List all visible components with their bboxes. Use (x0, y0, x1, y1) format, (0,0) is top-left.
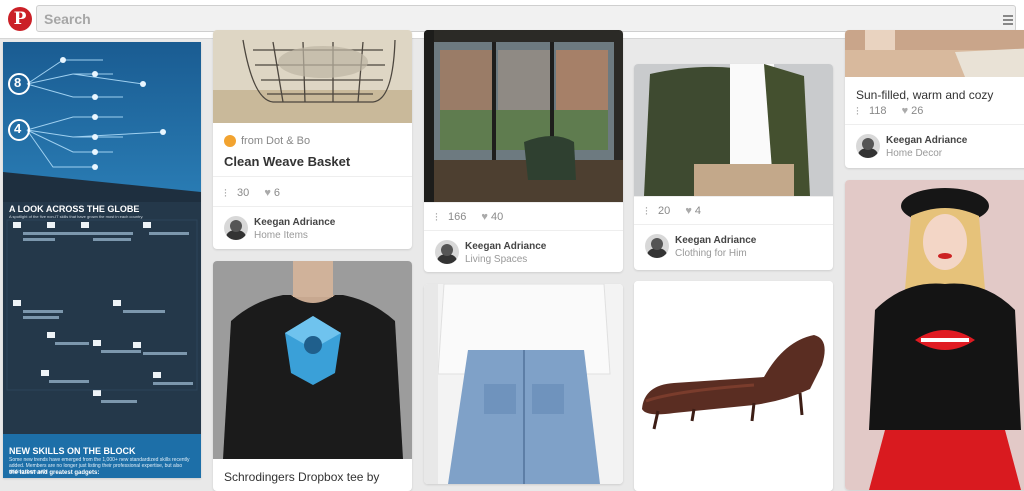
pin-sun-filled[interactable]: Sun-filled, warm and cozy ⫶ 118 ♥ 26 Keega… (845, 30, 1024, 168)
heart-icon: ♥ (685, 205, 692, 217)
infographic-sub-1: A spotlight of the five non-IT skills th… (9, 214, 144, 219)
fashion-image (845, 180, 1024, 490)
divider (424, 230, 623, 231)
pinner-name[interactable]: Keegan Adriance (886, 135, 967, 146)
like-count: 26 (911, 105, 924, 117)
pinner-name[interactable]: Keegan Adriance (675, 235, 756, 246)
pin-lips-sweater[interactable] (845, 180, 1024, 490)
search-input[interactable]: Search (36, 5, 1016, 32)
repin-icon: ⫶ (224, 188, 227, 200)
infographic-bubble-2: 4 (14, 121, 22, 136)
repin-icon: ⫶ (645, 206, 648, 218)
infographic-image (3, 42, 201, 478)
avatar[interactable] (645, 234, 669, 258)
repin-count: 118 (869, 105, 887, 117)
jeans-image (424, 284, 623, 484)
pinner-name[interactable]: Keegan Adriance (254, 217, 335, 228)
divider (424, 202, 623, 203)
pin-clean-weave-basket[interactable]: from Dot & Bo Clean Weave Basket ⫶ 30 ♥ 6 … (213, 30, 412, 249)
source-icon (224, 135, 236, 147)
board-name[interactable]: Home Items (254, 230, 308, 241)
divider (634, 196, 833, 197)
pin-title[interactable]: Sun-filled, warm and cozy (856, 88, 993, 102)
pin-jeans[interactable] (424, 284, 623, 484)
search-placeholder: Search (44, 11, 91, 27)
board-name[interactable]: Living Spaces (465, 254, 527, 265)
pin-stats: ⫶ 30 ♥ 6 (224, 187, 280, 200)
repin-count: 166 (448, 211, 467, 223)
pin-title[interactable]: Clean Weave Basket (224, 154, 350, 169)
pin-cardigan[interactable]: ⫶ 20 ♥ 4 Keegan Adriance Clothing for Him (634, 64, 833, 270)
infographic-pin[interactable]: 8 4 A LOOK ACROSS THE GLOBE A spotlight … (3, 42, 201, 478)
pin-stats: ⫶ 118 ♥ 26 (856, 105, 924, 118)
divider (213, 206, 412, 207)
repin-count: 30 (237, 187, 250, 199)
infographic-sub-2b: the latest and greatest gadgets: (9, 470, 100, 476)
heart-icon: ♥ (901, 105, 909, 117)
heart-icon: ♥ (264, 187, 271, 199)
avatar[interactable] (224, 216, 248, 240)
repin-icon: ⫶ (435, 212, 438, 224)
pin-stats: ⫶ 20 ♥ 4 (645, 205, 701, 218)
pinner-name[interactable]: Keegan Adriance (465, 241, 546, 252)
menu-icon[interactable] (1003, 13, 1013, 27)
pin-chaise-lounge[interactable] (634, 281, 833, 491)
interior-image (424, 30, 623, 202)
infographic-heading-1: A LOOK ACROSS THE GLOBE (9, 204, 140, 214)
pin-title[interactable]: Schrodingers Dropbox tee by (224, 470, 379, 484)
pin-stats: ⫶ 166 ♥ 40 (435, 211, 504, 224)
tshirt-image (213, 261, 412, 459)
divider (845, 124, 1024, 125)
board-name[interactable]: Clothing for Him (675, 248, 747, 259)
infographic-bubble-1: 8 (14, 75, 22, 90)
like-count: 6 (273, 187, 280, 199)
room-image (845, 30, 1024, 77)
basket-image (213, 30, 412, 123)
board-name[interactable]: Home Decor (886, 148, 942, 159)
like-count: 40 (490, 211, 504, 223)
repin-icon: ⫶ (856, 106, 859, 118)
pin-schrodingers-tee[interactable]: Schrodingers Dropbox tee by (213, 261, 412, 491)
infographic-heading-2: NEW SKILLS ON THE BLOCK (9, 446, 136, 456)
pin-source[interactable]: from Dot & Bo (241, 135, 310, 147)
pinterest-logo-icon[interactable]: P (8, 7, 32, 31)
avatar[interactable] (435, 240, 459, 264)
like-count: 4 (694, 205, 701, 217)
chaise-image (634, 281, 833, 491)
avatar[interactable] (856, 134, 880, 158)
divider (213, 176, 412, 177)
repin-count: 20 (658, 205, 671, 217)
pin-living-space[interactable]: ⫶ 166 ♥ 40 Keegan Adriance Living Spaces (424, 30, 623, 272)
cardigan-image (634, 64, 833, 196)
divider (634, 224, 833, 225)
heart-icon: ♥ (481, 211, 488, 223)
